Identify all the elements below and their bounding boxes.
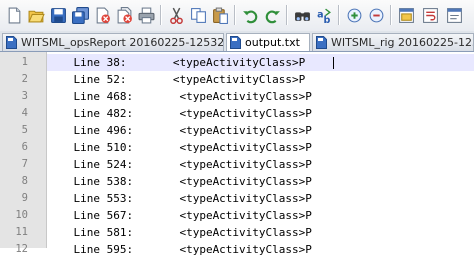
line-number: 11 [15, 226, 28, 238]
line-number: 9 [21, 192, 28, 204]
line-text: Line 595: <typeActivityClass>P [47, 243, 312, 256]
line-text: Line 468: <typeActivityClass>P [47, 90, 312, 103]
tab-output-txt[interactable]: output.txt [226, 33, 310, 51]
copy-icon[interactable] [187, 4, 209, 26]
editor-line[interactable]: Line 468: <typeActivityClass>P 3 [0, 88, 474, 105]
cut-icon[interactable] [165, 4, 187, 26]
line-number: 3 [21, 90, 28, 102]
paste-icon[interactable] [209, 4, 231, 26]
line-number: 2 [21, 73, 28, 85]
open-file-icon[interactable] [25, 4, 47, 26]
undo-icon[interactable] [239, 4, 261, 26]
editor-line[interactable]: Line 496: <typeActivityClass>P 5 [0, 122, 474, 139]
line-number: 5 [21, 124, 28, 136]
line-number: 1 [21, 56, 28, 68]
file-saved-icon [316, 36, 327, 49]
editor-line[interactable]: Line 595: <typeActivityClass>P 12 [0, 241, 474, 258]
editor-line[interactable]: Line 553: <typeActivityClass>P 9 [0, 190, 474, 207]
line-number: 10 [15, 209, 28, 221]
tab-witsml-opsreport[interactable]: WITSML_opsReport 20160225-125322.xml [2, 33, 224, 51]
line-number: 8 [21, 175, 28, 187]
find-icon[interactable] [291, 4, 313, 26]
tab-label: WITSML_rig 20160225-125324.xml [331, 36, 473, 49]
line-text: Line 524: <typeActivityClass>P [47, 158, 312, 171]
line-text: Line 567: <typeActivityClass>P [47, 209, 312, 222]
main-toolbar: ab [0, 0, 474, 32]
file-saved-icon [6, 36, 17, 49]
line-number: 6 [21, 141, 28, 153]
line-text: Line 38: <typeActivityClass>P [47, 56, 306, 69]
editor-line[interactable]: Line 52: <typeActivityClass>P 2 [0, 71, 474, 88]
zoom-in-icon[interactable] [343, 4, 365, 26]
text-editor[interactable]: Line 38: <typeActivityClass>P 1 Line 52:… [0, 52, 474, 256]
editor-line[interactable]: Line 581: <typeActivityClass>P 11 [0, 224, 474, 241]
print-icon[interactable] [135, 4, 157, 26]
line-text: Line 496: <typeActivityClass>P [47, 124, 312, 137]
editor-line[interactable]: Line 38: <typeActivityClass>P 1 [0, 54, 474, 72]
sync-scroll-icon[interactable] [395, 4, 417, 26]
editor-line[interactable]: Line 524: <typeActivityClass>P 7 [0, 156, 474, 173]
tab-witsml-rig[interactable]: WITSML_rig 20160225-125324.xml [312, 33, 474, 51]
text-cursor [333, 57, 334, 69]
close-icon[interactable] [91, 4, 113, 26]
replace-icon[interactable]: ab [313, 4, 335, 26]
line-number: 7 [21, 158, 28, 170]
line-text: Line 482: <typeActivityClass>P [47, 107, 312, 120]
save-all-icon[interactable] [69, 4, 91, 26]
save-icon[interactable] [47, 4, 69, 26]
svg-text:b: b [323, 14, 330, 23]
line-number: 4 [21, 107, 28, 119]
new-file-icon[interactable] [3, 4, 25, 26]
redo-icon[interactable] [261, 4, 283, 26]
zoom-out-icon[interactable] [365, 4, 387, 26]
tab-label: WITSML_opsReport 20160225-125322.xml [21, 36, 224, 49]
editor-line[interactable]: Line 567: <typeActivityClass>P 10 [0, 207, 474, 224]
editor-line[interactable]: Line 482: <typeActivityClass>P 4 [0, 105, 474, 122]
editor-line[interactable]: Line 510: <typeActivityClass>P 6 [0, 139, 474, 156]
line-text: Line 510: <typeActivityClass>P [47, 141, 312, 154]
wrap-icon[interactable] [419, 4, 441, 26]
editor-line[interactable]: Line 538: <typeActivityClass>P 8 [0, 173, 474, 190]
line-text: Line 52: <typeActivityClass>P [47, 73, 306, 86]
line-text: Line 581: <typeActivityClass>P [47, 226, 312, 239]
line-text: Line 553: <typeActivityClass>P [47, 192, 312, 205]
panel-icon[interactable] [443, 4, 465, 26]
tab-label: output.txt [245, 36, 300, 49]
close-all-icon[interactable] [113, 4, 135, 26]
line-number: 12 [15, 243, 28, 255]
file-saved-icon [230, 36, 241, 49]
line-text: Line 538: <typeActivityClass>P [47, 175, 312, 188]
tab-bar: WITSML_opsReport 20160225-125322.xml out… [0, 31, 474, 52]
